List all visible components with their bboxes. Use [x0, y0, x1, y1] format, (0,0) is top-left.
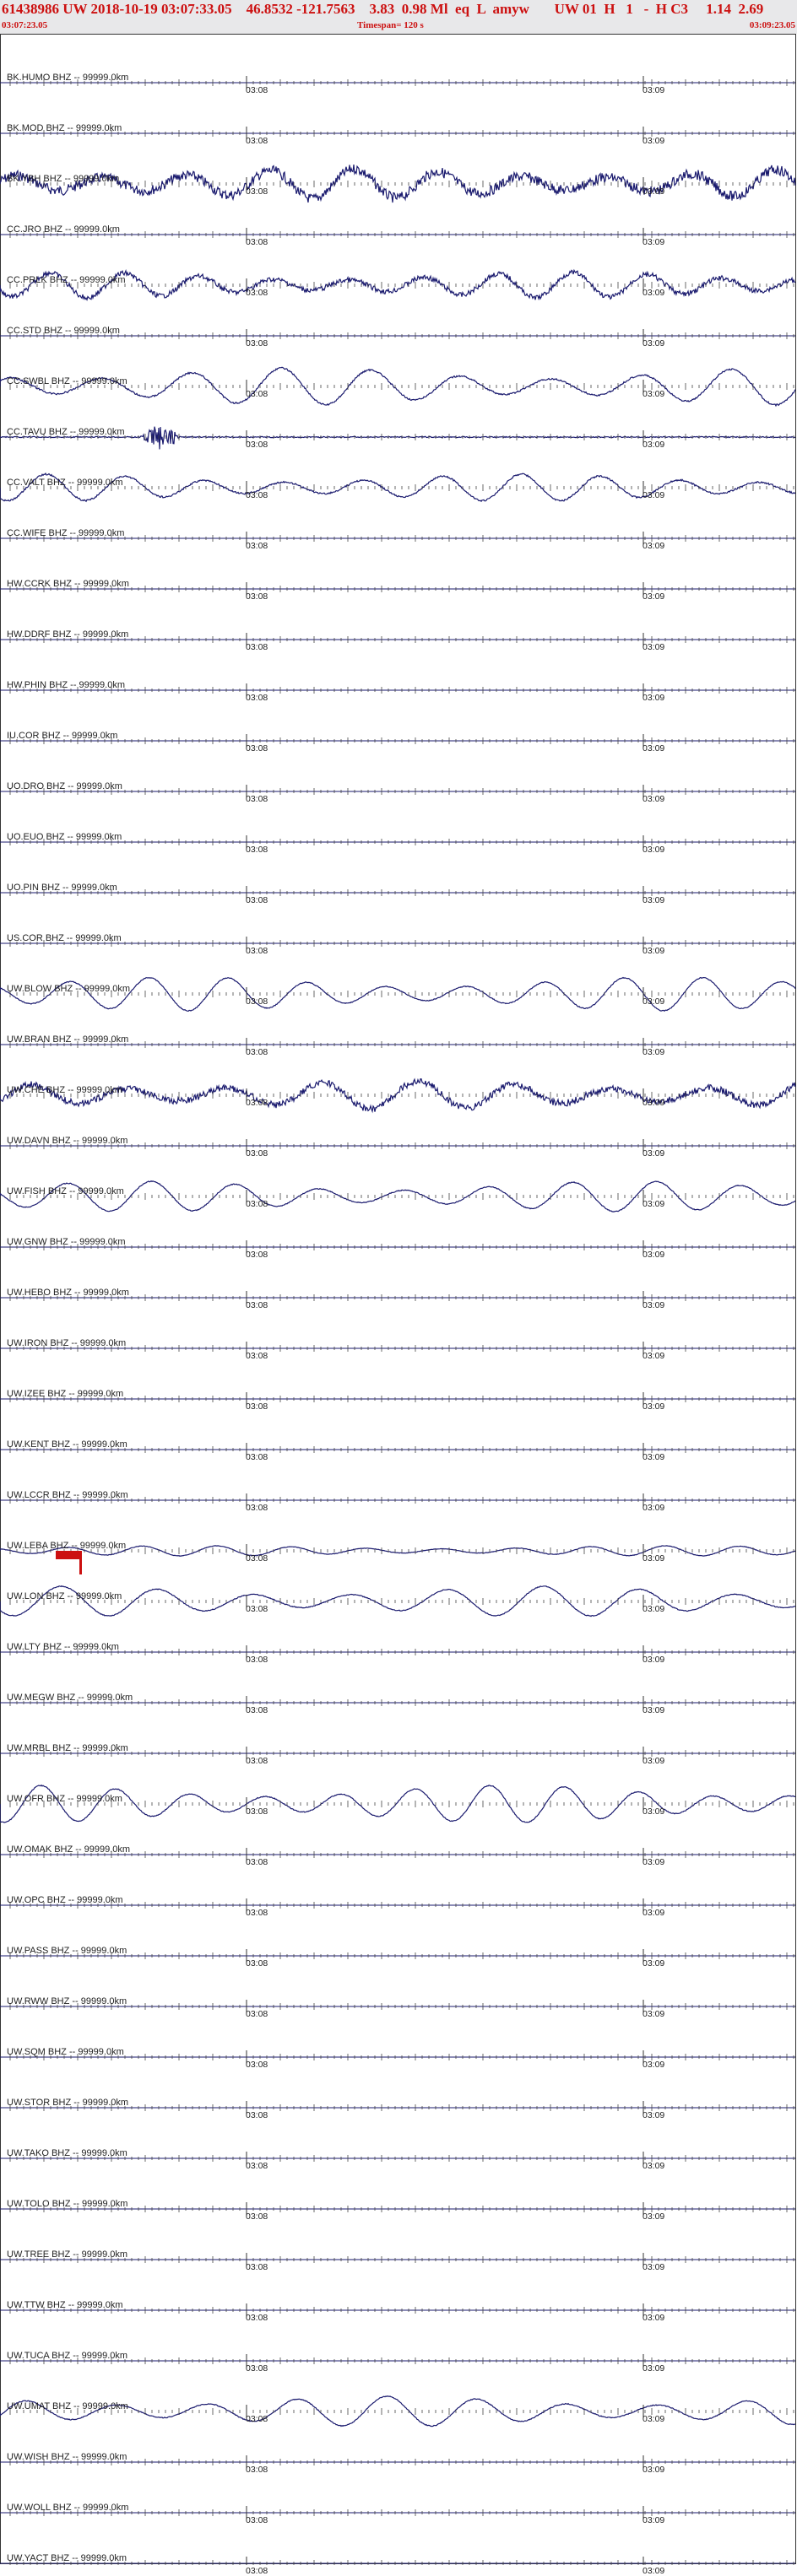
seismogram-trace [0, 426, 796, 450]
time-ticks [9, 1092, 794, 1099]
seismogram-trace [0, 1585, 796, 1617]
time-tick-label: 03:08 [246, 2566, 268, 2576]
seismogram-trace [0, 976, 796, 1013]
seismogram-trace [0, 1545, 796, 1557]
seismogram-trace [0, 473, 796, 503]
seismogram-trace [0, 165, 796, 203]
time-ticks [9, 484, 794, 491]
time-ticks [9, 2560, 794, 2565]
phase-pick-marker[interactable] [79, 1551, 82, 1574]
seismogram-trace [0, 268, 796, 302]
time-ticks [9, 2408, 794, 2415]
seismogram-panel [0, 34, 796, 2565]
phase-pick-flag[interactable] [56, 1551, 79, 1559]
seismogram-trace [0, 1784, 796, 1823]
time-ticks [9, 1598, 794, 1605]
time-tick-label: 03:09 [642, 2566, 665, 2576]
time-ticks [9, 1801, 794, 1807]
seismogram-trace [0, 1077, 796, 1114]
seismogram-trace [0, 2395, 796, 2427]
plot-frame [0, 34, 796, 2564]
seismogram-trace [0, 1180, 796, 1212]
seismogram-trace [0, 366, 796, 408]
